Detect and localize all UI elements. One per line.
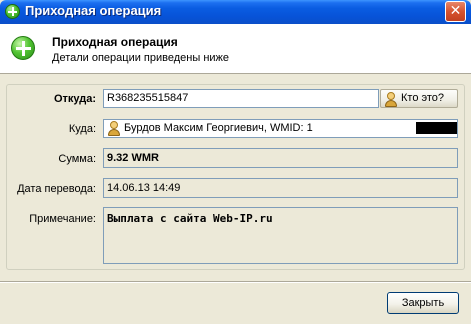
title-bar[interactable]: Приходная операция ✕ [0,0,471,24]
date-field: 14.06.13 14:49 [103,178,458,198]
from-label: Откуда: [53,93,96,105]
amount-field: 9.32 WMR [103,148,458,168]
note-field[interactable]: Выплата с сайта Web-IP.ru [103,207,458,264]
from-value: R368235515847 [107,92,189,104]
who-is-this-label: Кто это? [401,92,445,104]
to-label: Куда: [68,123,96,135]
header-title: Приходная операция [52,35,178,49]
plus-circle-icon [11,36,35,60]
note-value: Выплата с сайта Web-IP.ru [107,212,273,225]
note-label: Примечание: [29,213,96,225]
date-value: 14.06.13 14:49 [107,182,181,194]
user-search-icon [384,92,398,107]
user-icon [107,121,121,136]
operation-dialog: Приходная операция ✕ Приходная операция … [0,0,471,324]
to-field[interactable]: Бурдов Максим Георгиевич, WMID: 1 [103,119,458,138]
window-title: Приходная операция [25,3,162,18]
window-close-button[interactable]: ✕ [445,1,466,22]
close-button[interactable]: Закрыть [387,292,459,314]
date-label: Дата перевода: [17,183,96,195]
from-field[interactable]: R368235515847 [103,89,379,108]
redaction-bar [416,122,457,134]
plus-circle-icon [5,4,20,19]
header-subtitle: Детали операции приведены ниже [52,52,230,64]
amount-value: 9.32 WMR [107,152,159,164]
amount-label: Сумма: [58,153,96,165]
close-icon: ✕ [449,3,462,19]
who-is-this-button[interactable]: Кто это? [380,89,458,108]
footer-divider [0,281,471,283]
dialog-header: Приходная операция Детали операции приве… [0,24,471,74]
to-value: Бурдов Максим Георгиевич, WMID: 1 [124,122,313,134]
